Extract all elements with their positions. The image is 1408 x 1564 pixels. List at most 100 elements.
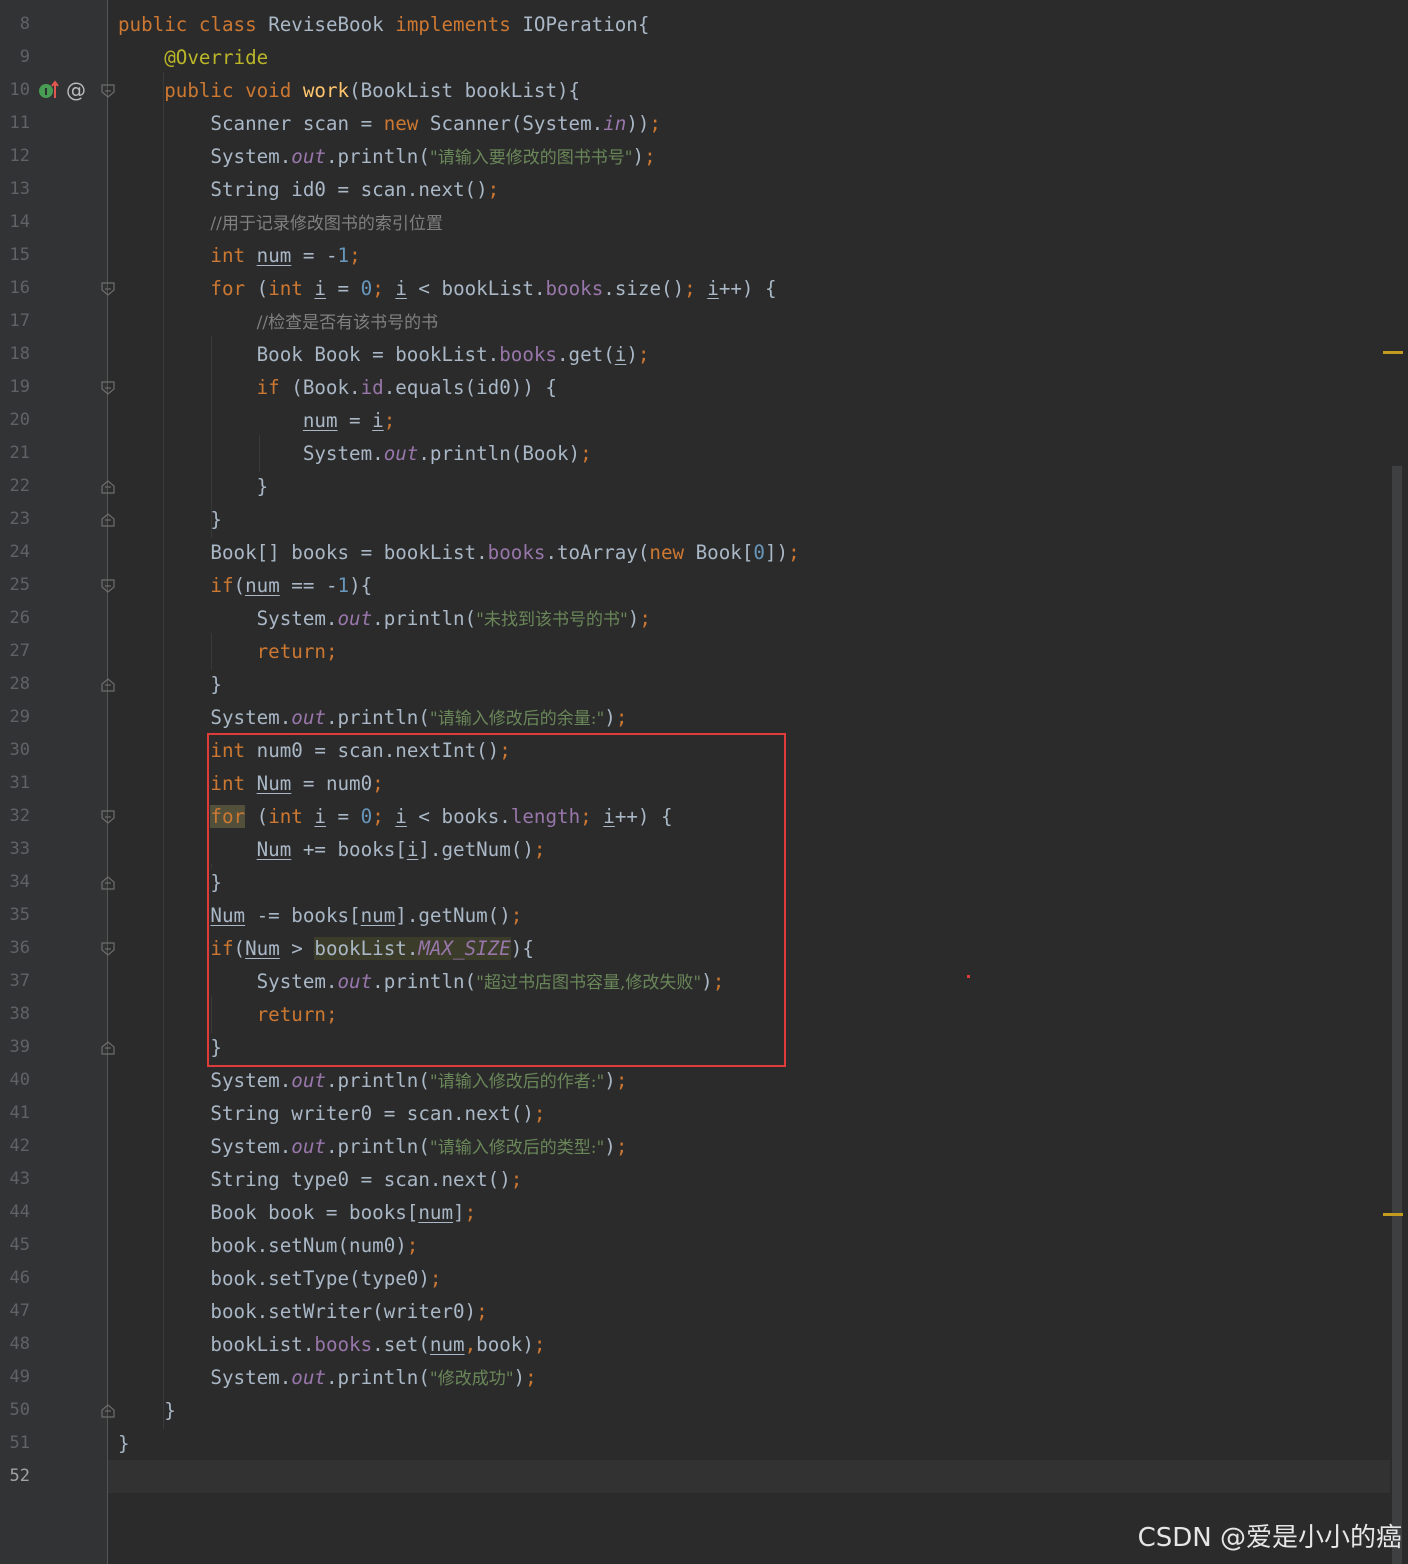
code-line[interactable]: System.out.println("请输入修改后的余量:"); [118,701,627,734]
code-token: .equals(id0)) { [383,376,557,399]
line-number: 41 [9,1103,30,1123]
code-token: .println( [325,1069,430,1092]
code-line[interactable]: } [118,1427,130,1460]
fold-collapse-icon[interactable] [101,942,115,956]
line-number: 13 [9,179,30,199]
line-number: 24 [9,542,30,562]
implements-method-icon[interactable]: I [38,80,60,104]
code-line[interactable]: Book Book = bookList.books.get(i); [118,338,650,371]
code-token: books [314,1333,373,1356]
code-token: i [614,343,627,366]
code-line[interactable]: Book[] books = bookList.books.toArray(ne… [118,536,799,569]
warning-stripe-marker[interactable] [1383,1213,1403,1216]
code-line[interactable]: System.out.println("未找到该书号的书"); [118,602,651,635]
code-line[interactable]: } [118,470,269,503]
code-line[interactable]: return; [118,635,338,668]
code-token: ; [533,1333,546,1356]
line-number: 46 [9,1268,30,1288]
code-token: ) [604,706,616,729]
code-token: "请输入要修改的图书书号" [429,148,633,168]
fold-collapse-icon[interactable] [101,282,115,296]
code-token: num [418,1201,454,1224]
line-number: 33 [9,839,30,859]
code-line[interactable]: String id0 = scan.next(); [118,173,499,206]
fold-end-icon[interactable] [101,876,115,890]
code-token: books [487,541,546,564]
code-line[interactable]: String writer0 = scan.next(); [118,1097,545,1130]
code-token: id [360,376,384,399]
code-token: implements [395,13,523,36]
code-token: } [118,1432,130,1455]
code-line[interactable]: System.out.println("请输入要修改的图书书号"); [118,140,655,173]
code-line[interactable]: } [118,503,222,536]
code-line[interactable]: int num = -1; [118,239,360,272]
fold-end-icon[interactable] [101,513,115,527]
watermark: CSDN @爱是小小的癌 [1137,1523,1402,1553]
code-token: ) [627,607,640,630]
code-token: book.setType(type0) [118,1267,430,1290]
code-token: ]) [764,541,789,564]
code-token: out [291,706,326,729]
code-token: Book Book = bookList. [118,343,500,366]
code-line[interactable]: Scanner scan = new Scanner(System.in)); [118,107,661,140]
code-line[interactable]: //用于记录修改图书的索引位置 [118,206,442,239]
code-token: i [372,409,384,432]
code-token: i [314,277,326,300]
code-line[interactable]: num = i; [118,404,395,437]
fold-collapse-icon[interactable] [101,579,115,593]
code-line[interactable]: } [118,1394,176,1427]
line-number: 18 [9,344,30,364]
code-line[interactable]: public class ReviseBook implements IOPer… [118,8,649,41]
code-token: System. [118,706,292,729]
line-number: 25 [9,575,30,595]
line-number: 9 [19,47,30,67]
code-line[interactable]: } [118,668,222,701]
code-line[interactable]: //检查是否有该书号的书 [118,305,438,338]
code-line[interactable]: System.out.println("修改成功"); [118,1361,536,1394]
code-line[interactable]: @Override [118,41,268,74]
code-line[interactable]: if(num == -1){ [118,569,372,602]
code-token: System. [118,442,384,465]
at-icon[interactable]: @ [66,80,86,100]
code-token: System. [118,1135,292,1158]
fold-end-icon[interactable] [101,480,115,494]
fold-end-icon[interactable] [101,678,115,692]
code-line[interactable]: if (Book.id.equals(id0)) { [118,371,557,404]
line-number: 32 [9,806,30,826]
annotation-dot [967,975,970,978]
code-line[interactable]: book.setType(type0); [118,1262,441,1295]
code-line[interactable]: for (int i = 0; i < bookList.books.size(… [118,272,776,305]
code-token: < bookList. [406,277,546,300]
highlight-annotation-box [207,733,786,1067]
scrollbar-thumb[interactable] [1392,466,1402,1564]
fold-collapse-icon[interactable] [101,381,115,395]
code-line[interactable]: System.out.println(Book); [118,437,592,470]
code-line[interactable]: Book book = books[num]; [118,1196,476,1229]
code-token: Book book = books[ [118,1201,419,1224]
line-number: 16 [9,278,30,298]
code-line[interactable]: String type0 = scan.next(); [118,1163,522,1196]
code-line[interactable]: System.out.println("请输入修改后的作者:"); [118,1064,627,1097]
code-token: books [499,343,557,366]
code-token: ) [632,145,645,168]
code-token: ; [406,1234,419,1257]
code-token: i [707,277,719,300]
code-line[interactable]: System.out.println("请输入修改后的类型:"); [118,1130,627,1163]
warning-stripe-marker[interactable] [1383,351,1403,354]
fold-end-icon[interactable] [101,1404,115,1418]
fold-collapse-icon[interactable] [101,810,115,824]
code-line[interactable]: book.setNum(num0); [118,1229,418,1262]
code-line[interactable]: public void work(BookList bookList){ [118,74,580,107]
code-line[interactable]: book.setWriter(writer0); [118,1295,487,1328]
fold-end-icon[interactable] [101,1041,115,1055]
line-number: 40 [9,1070,30,1090]
fold-collapse-icon[interactable] [101,84,115,98]
code-token: 0 [753,541,765,564]
code-line[interactable]: bookList.books.set(num,book); [118,1328,545,1361]
code-token: .println( [325,145,430,168]
code-token: @Override [164,46,269,69]
